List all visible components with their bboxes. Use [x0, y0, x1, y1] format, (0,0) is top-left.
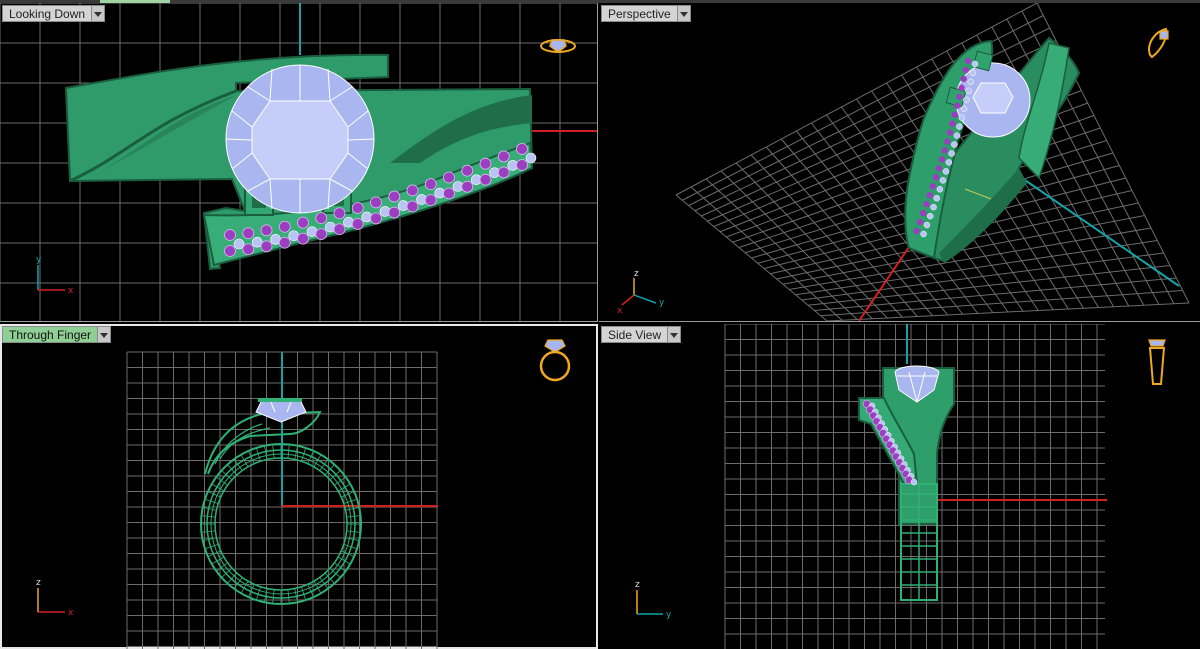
viewport-tab-looking-down[interactable]: Looking Down — [2, 5, 106, 22]
side-view-scene: z y — [635, 324, 1107, 649]
chevron-down-icon[interactable] — [92, 5, 106, 22]
perspective-scene: z x y — [617, 3, 1190, 321]
viewport-tab-through-finger[interactable]: Through Finger — [2, 326, 112, 343]
viewport-title[interactable]: Looking Down — [2, 5, 93, 22]
chevron-down-icon[interactable] — [98, 326, 112, 343]
viewport-perspective[interactable]: z x y Perspective — [599, 3, 1200, 322]
ring-thumbnail-icon — [540, 39, 576, 53]
axis-indicator-front: z x — [36, 578, 74, 618]
viewport-side-view[interactable]: z y Side View — [599, 324, 1200, 649]
axis-label-y: y — [659, 298, 665, 308]
axis-label-z: z — [36, 578, 41, 588]
axis-label-y: y — [36, 255, 42, 265]
ring-thumbnail-icon — [1148, 339, 1166, 385]
axis-label-x: x — [617, 306, 623, 316]
looking-down-scene: y x — [0, 3, 597, 321]
chevron-down-icon[interactable] — [677, 5, 691, 22]
axis-label-z: z — [634, 269, 639, 279]
viewport-looking-down[interactable]: y x Looking Down — [0, 3, 598, 322]
viewport-tab-perspective[interactable]: Perspective — [601, 5, 691, 22]
axis-label-z: z — [635, 580, 640, 590]
viewport-title[interactable]: Through Finger — [2, 326, 99, 343]
axis-indicator-side: z y — [635, 580, 672, 620]
viewport-title[interactable]: Perspective — [601, 5, 678, 22]
axis-label-x: x — [68, 608, 74, 618]
chevron-down-icon[interactable] — [668, 326, 682, 343]
center-diamond-top — [225, 64, 375, 214]
ring-perspective — [904, 36, 1081, 263]
viewport-title[interactable]: Side View — [601, 326, 669, 343]
center-diamond-front — [255, 398, 307, 423]
through-finger-scene: z x — [36, 351, 438, 649]
viewport-through-finger[interactable]: z x Through Finger — [0, 324, 598, 649]
axis-label-x: x — [68, 286, 74, 296]
ring-thumbnail-icon — [539, 339, 571, 382]
axis-indicator-top: y x — [36, 255, 74, 296]
axis-x-line — [858, 243, 912, 321]
viewport-tab-side-view[interactable]: Side View — [601, 326, 682, 343]
axis-label-y: y — [666, 610, 672, 620]
axis-indicator-perspective: z x y — [617, 269, 665, 316]
ring-thumbnail-icon — [1148, 27, 1169, 59]
